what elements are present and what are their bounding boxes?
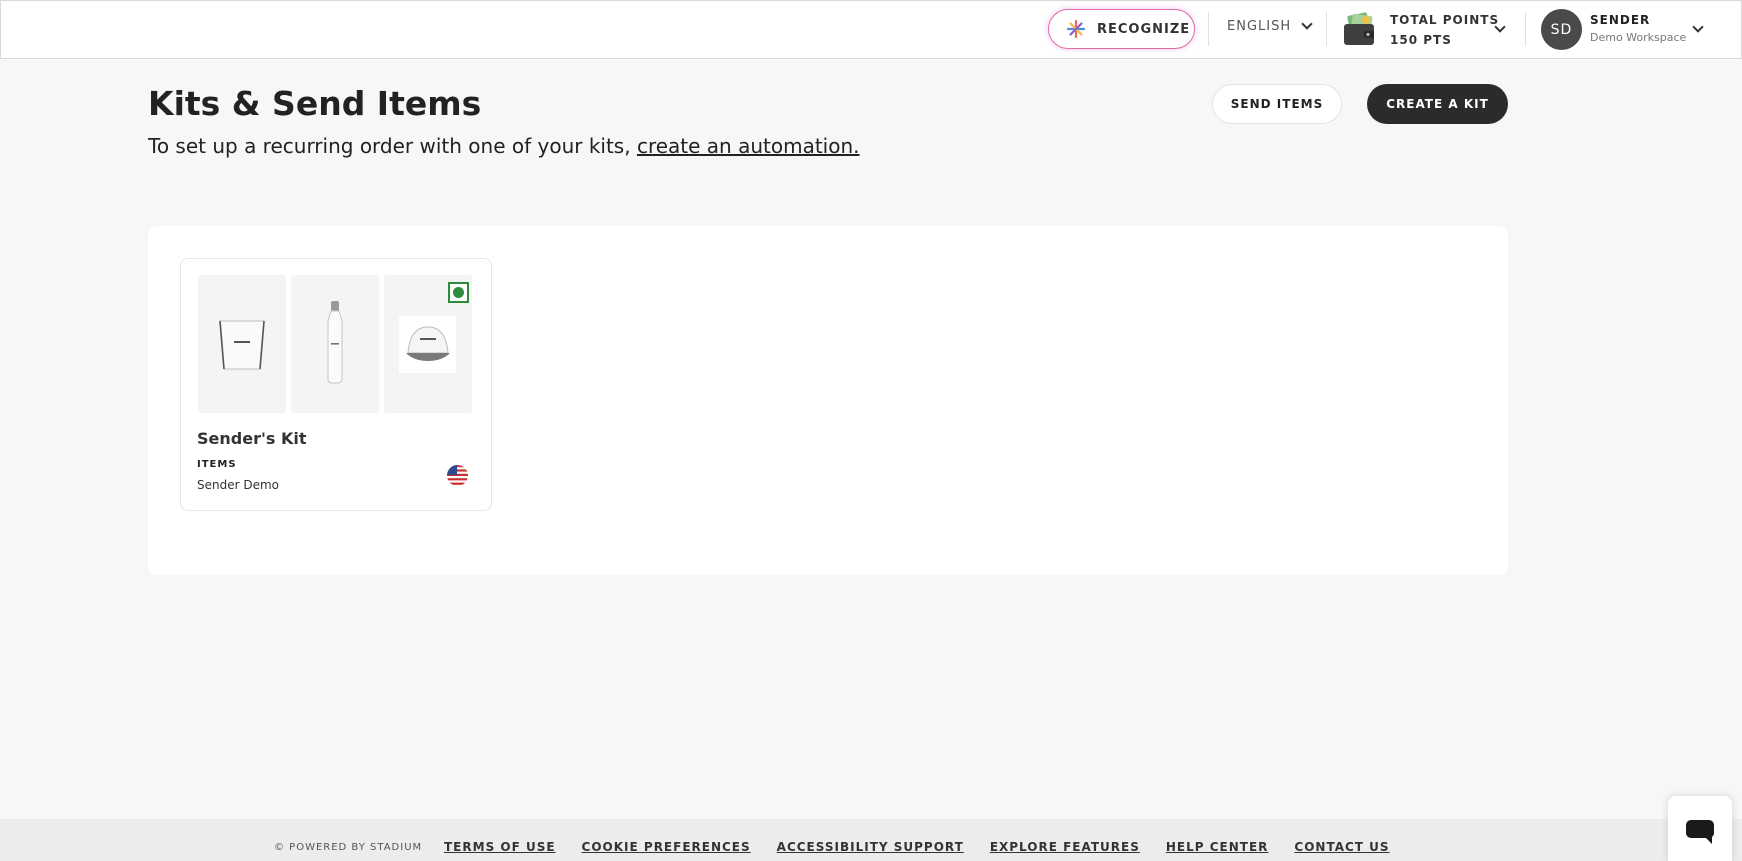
footer-link-explore[interactable]: EXPLORE FEATURES [990, 840, 1140, 854]
user-name: SENDER [1590, 13, 1651, 27]
create-kit-button[interactable]: CREATE A KIT [1367, 84, 1508, 124]
page-subtitle: To set up a recurring order with one of … [148, 134, 860, 158]
language-selector[interactable]: ENGLISH [1227, 18, 1313, 34]
divider [1525, 12, 1526, 46]
kit-card[interactable]: Sender's Kit ITEMS Sender Demo [180, 258, 492, 511]
workspace-name: Demo Workspace [1590, 31, 1687, 44]
footer-link-contact[interactable]: CONTACT US [1294, 840, 1389, 854]
kit-selected-radio[interactable] [448, 282, 469, 303]
water-bottle-image [327, 301, 343, 384]
footer-links: TERMS OF USE COOKIE PREFERENCES ACCESSIB… [444, 840, 1390, 854]
divider [1326, 12, 1327, 46]
chat-icon [1686, 820, 1714, 844]
footer-link-terms[interactable]: TERMS OF USE [444, 840, 556, 854]
page-title: Kits & Send Items [148, 84, 482, 123]
footer-link-help[interactable]: HELP CENTER [1166, 840, 1269, 854]
create-automation-link[interactable]: create an automation. [637, 134, 860, 158]
footer-link-accessibility[interactable]: ACCESSIBILITY SUPPORT [777, 840, 964, 854]
drawstring-bag-image [219, 320, 265, 370]
recognize-label: RECOGNIZE [1097, 21, 1191, 37]
language-label: ENGLISH [1227, 19, 1292, 34]
user-menu[interactable]: SENDER Demo Workspace [1590, 12, 1686, 46]
wallet-icon [1344, 12, 1374, 45]
kit-owner: Sender Demo [197, 478, 280, 492]
subtitle-text: To set up a recurring order with one of … [148, 134, 631, 158]
send-items-button[interactable]: SEND ITEMS [1212, 84, 1342, 124]
avatar[interactable]: SD [1541, 9, 1582, 50]
points-value: 150 PTS [1390, 33, 1452, 47]
total-points[interactable]: TOTAL POINTS 150 PTS [1390, 10, 1499, 50]
points-title: TOTAL POINTS [1390, 13, 1500, 27]
kit-name: Sender's Kit [197, 429, 307, 448]
kit-item-thumbnail [291, 275, 379, 413]
kit-items-label: ITEMS [197, 459, 237, 470]
recognize-button[interactable]: RECOGNIZE [1048, 9, 1195, 49]
kit-item-thumbnail [198, 275, 286, 413]
us-flag-icon [447, 465, 468, 486]
footer-link-cookies[interactable]: COOKIE PREFERENCES [582, 840, 751, 854]
chat-launcher-button[interactable] [1668, 796, 1732, 861]
chevron-down-icon [1301, 18, 1313, 30]
powered-by: © POWERED BY STADIUM [274, 842, 423, 853]
recognize-spark-icon [1067, 20, 1085, 38]
divider [1208, 12, 1209, 46]
